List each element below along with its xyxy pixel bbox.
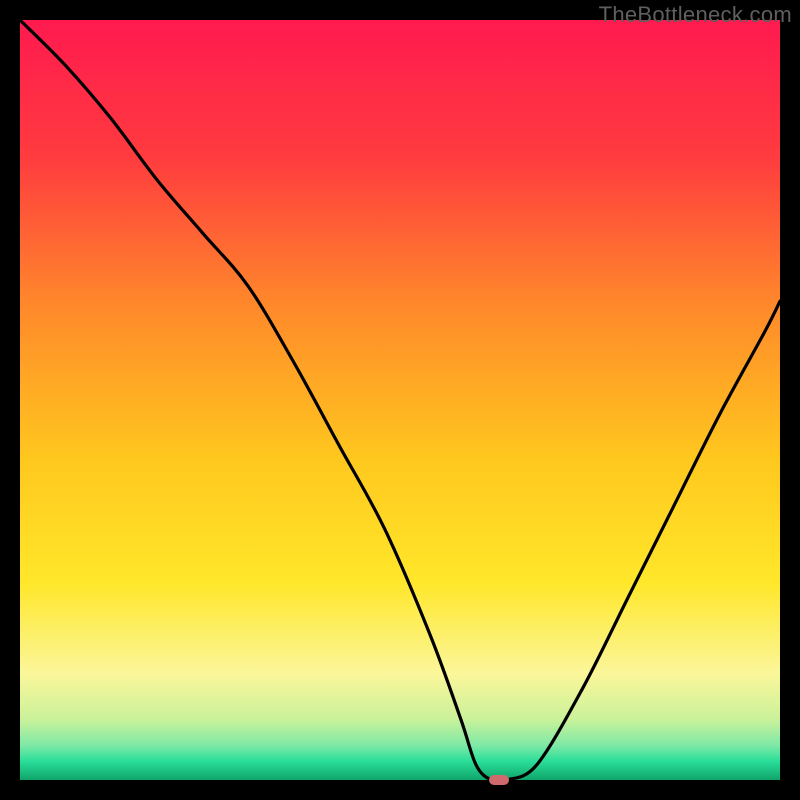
- bottleneck-curve: [20, 20, 780, 780]
- plot-area: [20, 20, 780, 780]
- watermark-text: TheBottleneck.com: [599, 2, 792, 28]
- chart-frame: TheBottleneck.com: [0, 0, 800, 800]
- optimal-marker: [489, 775, 509, 785]
